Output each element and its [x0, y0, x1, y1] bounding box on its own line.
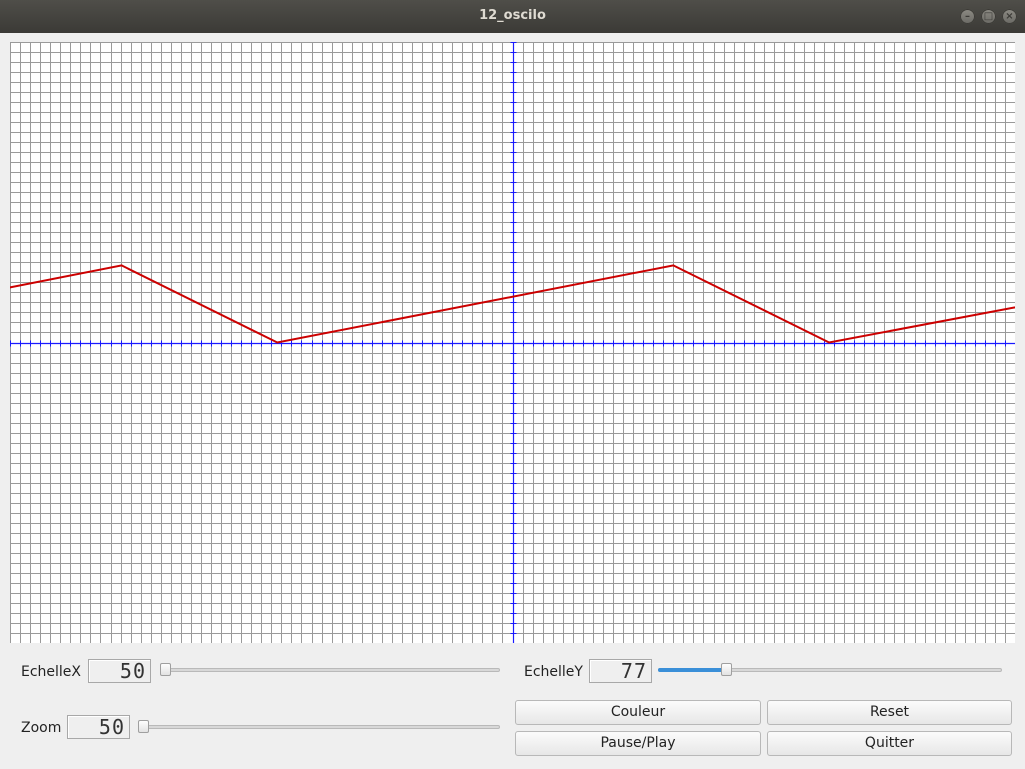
- pause-play-button[interactable]: Pause/Play: [515, 731, 761, 756]
- echellex-slider-handle[interactable]: [160, 663, 171, 676]
- window-title: 12_oscilo: [479, 8, 546, 23]
- zoom-lcd: 50: [67, 715, 130, 739]
- signal-point: [120, 264, 123, 267]
- echelley-lcd: 77: [589, 659, 652, 683]
- quitter-button[interactable]: Quitter: [767, 731, 1012, 756]
- signal-point: [276, 341, 279, 344]
- echelley-slider-fill: [658, 668, 727, 672]
- title-bar: – □ × 12_oscilo: [0, 0, 1025, 34]
- zoom-slider-handle[interactable]: [138, 720, 149, 733]
- oscilloscope-plot: [10, 42, 1015, 643]
- echelley-slider[interactable]: [658, 660, 1002, 680]
- echellex-label: EchelleX: [21, 664, 82, 680]
- zoom-slider[interactable]: [138, 717, 500, 737]
- echelley-label: EchelleY: [524, 664, 583, 680]
- echellex-slider[interactable]: [160, 660, 500, 680]
- echelley-slider-handle[interactable]: [721, 663, 733, 676]
- echellex-slider-track: [160, 668, 500, 672]
- zoom-label: Zoom: [21, 720, 62, 736]
- signal-point: [828, 341, 831, 344]
- main-window: EchelleX 50 EchelleY 77 Zoom 50 Couleur …: [0, 33, 1025, 769]
- zoom-slider-track: [138, 725, 500, 729]
- reset-button[interactable]: Reset: [767, 700, 1012, 725]
- signal-point: [672, 264, 675, 267]
- couleur-button[interactable]: Couleur: [515, 700, 761, 725]
- echellex-lcd: 50: [88, 659, 151, 683]
